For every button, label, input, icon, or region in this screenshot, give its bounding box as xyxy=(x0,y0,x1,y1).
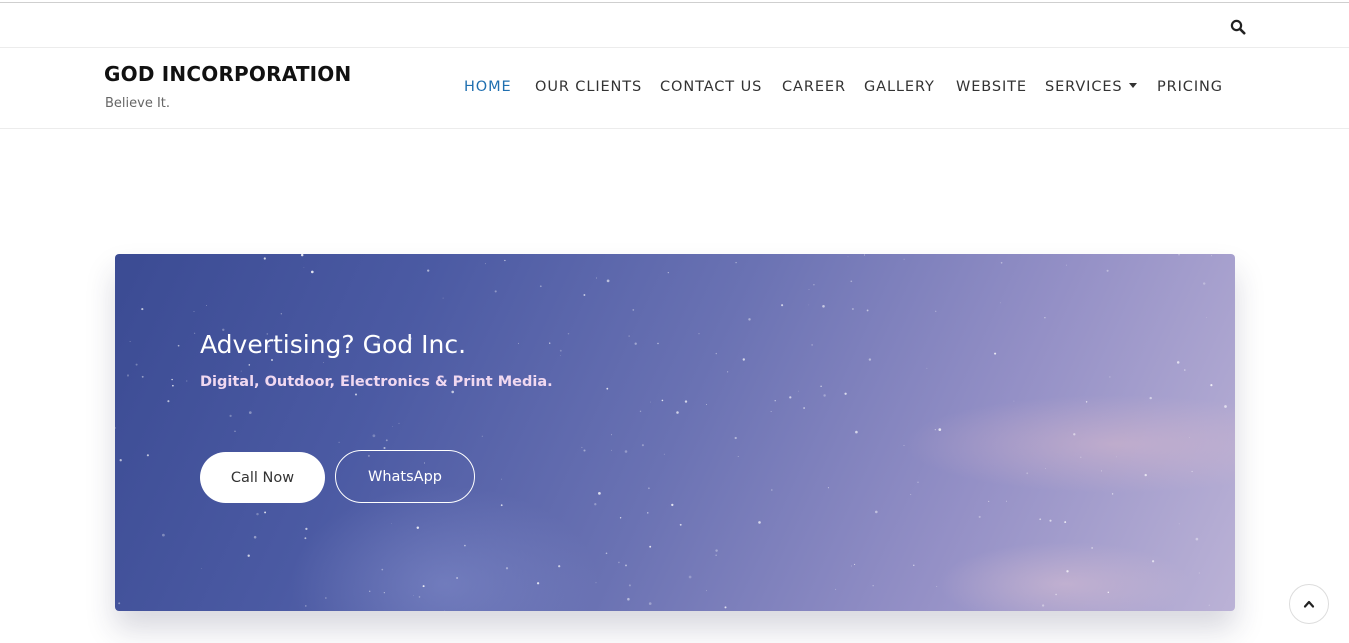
site-logo[interactable]: GOD INCORPORATION xyxy=(104,62,351,86)
site-header: GOD INCORPORATION Believe It. HOME OUR C… xyxy=(0,48,1349,129)
whatsapp-button[interactable]: WhatsApp xyxy=(335,450,475,503)
call-now-button[interactable]: Call Now xyxy=(200,452,325,503)
nav-our-clients[interactable]: OUR CLIENTS xyxy=(535,79,642,95)
hero-subtitle: Digital, Outdoor, Electronics & Print Me… xyxy=(200,374,553,390)
nav-pricing[interactable]: PRICING xyxy=(1157,79,1223,95)
nav-website[interactable]: WEBSITE xyxy=(956,79,1027,95)
nav-services[interactable]: SERVICES xyxy=(1045,79,1137,95)
site-tagline: Believe It. xyxy=(105,96,171,111)
nav-gallery[interactable]: GALLERY xyxy=(864,79,935,95)
nav-career[interactable]: CAREER xyxy=(782,79,846,95)
caret-down-icon xyxy=(1128,83,1137,88)
search-icon xyxy=(1230,19,1246,35)
hero-title: Advertising? God Inc. xyxy=(200,330,467,359)
search-button[interactable] xyxy=(1226,15,1250,39)
nav-services-label: SERVICES xyxy=(1045,79,1123,95)
chevron-up-icon xyxy=(1303,600,1315,608)
top-bar xyxy=(0,3,1349,48)
nav-home[interactable]: HOME xyxy=(464,79,512,95)
hero-banner: Advertising? God Inc. Digital, Outdoor, … xyxy=(115,254,1235,611)
nav-contact-us[interactable]: CONTACT US xyxy=(660,79,762,95)
starfield-background xyxy=(115,254,1227,611)
scroll-to-top-button[interactable] xyxy=(1289,584,1329,624)
